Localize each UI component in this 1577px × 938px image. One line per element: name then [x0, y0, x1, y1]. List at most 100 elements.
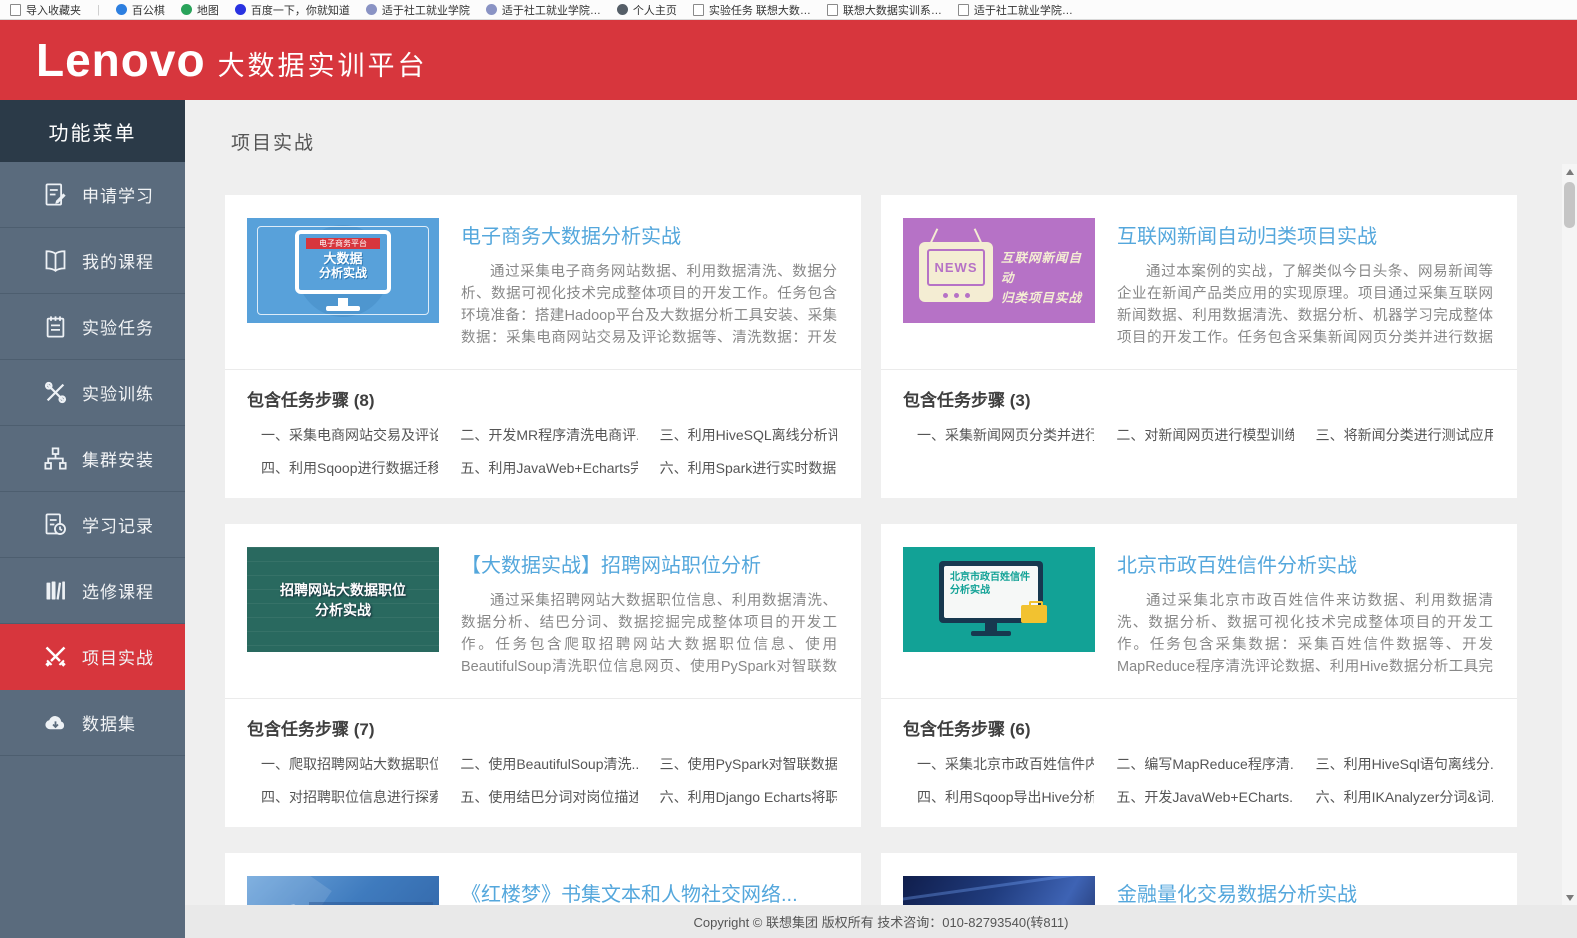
sidebar-item-study-records[interactable]: 学习记录	[0, 492, 185, 558]
task-step[interactable]: 四、利用Sqoop导出Hive分析...	[903, 787, 1094, 807]
task-step[interactable]: 四、利用Sqoop进行数据迁移...	[247, 458, 438, 478]
task-step[interactable]: 五、开发JavaWeb+ECharts...	[1102, 787, 1293, 807]
monitor-base	[326, 306, 360, 311]
page-icon	[827, 4, 838, 16]
task-step[interactable]: 二、开发MR程序清洗电商评...	[446, 425, 637, 445]
thumb-text: 北京市政百姓信件	[950, 571, 1032, 584]
task-step[interactable]: 一、采集电商网站交易及评论...	[247, 425, 438, 445]
project-thumbnail[interactable]: 招聘网站大数据职位 分析实战	[247, 547, 439, 652]
project-card-ecommerce: 电子商务平台 大数据 分析实战 电子商务大数据分析实战 通过采集电子商务网站数据…	[225, 195, 861, 498]
project-title-link[interactable]: 金融量化交易数据分析实战	[1117, 878, 1493, 905]
thumb-text: 大数据	[299, 251, 387, 266]
sidebar-item-cluster-install[interactable]: 集群安装	[0, 426, 185, 492]
task-step[interactable]: 二、使用BeautifulSoup清洗...	[446, 754, 637, 774]
task-step[interactable]: 一、采集北京市政百姓信件内...	[903, 754, 1094, 774]
screen: 导入收藏夹 | 百公棋 地图 百度一下，你就知道 适于社工就业学院 适于社工就业…	[0, 0, 1577, 938]
cluster-sitemap-icon	[42, 445, 69, 472]
footer: Copyright © 联想集团 版权所有 技术咨询：010-82793540(…	[185, 905, 1577, 938]
school-site-icon	[366, 4, 377, 15]
project-thumbnail[interactable]: 《红楼梦》书集文本和 人物社交网络分析案例	[247, 876, 439, 905]
bookmark-item[interactable]: 导入收藏夹	[10, 2, 81, 18]
task-step[interactable]: 一、采集新闻网页分类并进行...	[903, 425, 1094, 445]
monitor-stand	[338, 298, 348, 306]
sidebar-item-label: 选修课程	[82, 578, 154, 603]
thumb-text: 金融量化交易	[948, 905, 1050, 906]
bookmark-item[interactable]: 适于社工就业学院…	[486, 2, 601, 18]
task-step[interactable]: 一、爬取招聘网站大数据职位...	[247, 754, 438, 774]
bookmark-item[interactable]: 适于社工就业学院	[366, 2, 470, 18]
bookmark-item[interactable]: 适于社工就业学院…	[958, 2, 1073, 18]
task-step[interactable]: 五、使用结巴分词对岗位描述...	[446, 787, 637, 807]
bookmark-label: 适于社工就业学院…	[502, 2, 601, 18]
project-title-link[interactable]: 【大数据实战】招聘网站职位分析	[461, 549, 837, 578]
bookmark-item[interactable]: 百公棋	[116, 2, 165, 18]
sidebar-item-project-practice[interactable]: 项目实战	[0, 624, 185, 690]
task-step[interactable]: 四、对招聘职位信息进行探索...	[247, 787, 438, 807]
project-title-link[interactable]: 电子商务大数据分析实战	[461, 220, 837, 249]
sidebar-item-elective-courses[interactable]: 选修课程	[0, 558, 185, 624]
vertical-scrollbar[interactable]	[1562, 164, 1577, 905]
notepad-icon	[42, 313, 69, 340]
record-clock-icon	[42, 511, 69, 538]
scroll-down-button[interactable]	[1562, 890, 1577, 905]
crossed-swords-icon	[42, 643, 69, 670]
bookmark-label: 地图	[197, 2, 219, 18]
bookmark-item[interactable]: 联想大数据实训系…	[827, 2, 942, 18]
project-thumbnail[interactable]: 电子商务平台 大数据 分析实战	[247, 218, 439, 323]
map-icon	[181, 4, 192, 15]
task-step[interactable]: 二、编写MapReduce程序清...	[1102, 754, 1293, 774]
task-step[interactable]: 六、利用IKAnalyzer分词&词...	[1302, 787, 1493, 807]
project-card-hongloumeng: 《红楼梦》书集文本和 人物社交网络分析案例 《红楼梦》书集文本和人物社交网络..…	[225, 853, 861, 905]
bookmark-label: 适于社工就业学院	[382, 2, 470, 18]
project-title-link[interactable]: 《红楼梦》书集文本和人物社交网络...	[461, 878, 837, 905]
bookmark-item[interactable]: 地图	[181, 2, 219, 18]
task-step[interactable]: 三、利用HiveSQL离线分析评...	[646, 425, 837, 445]
task-step[interactable]: 六、利用Spark进行实时数据...	[646, 458, 837, 478]
thumb-text: 分析实战	[299, 266, 387, 280]
task-step[interactable]: 三、使用PySpark对智联数据...	[646, 754, 837, 774]
project-thumbnail[interactable]: NEWS 互联网新闻自动 归类项目实战	[903, 218, 1095, 323]
tasks-count-heading: 包含任务步骤 (7)	[247, 715, 837, 740]
app-header: Lenovo 大数据实训平台	[0, 20, 1577, 100]
bookmark-item[interactable]: 实验任务 联想大数…	[693, 2, 811, 18]
thumb-text: 互联网新闻自动	[1001, 248, 1095, 288]
bookmark-item[interactable]: 百度一下，你就知道	[235, 2, 350, 18]
lenovo-logo: Lenovo	[36, 37, 206, 83]
tv-label: NEWS	[935, 260, 978, 275]
sidebar-item-my-courses[interactable]: 我的课程	[0, 228, 185, 294]
sidebar-item-label: 数据集	[82, 710, 136, 735]
task-step[interactable]: 三、将新闻分类进行测试应用...	[1302, 425, 1493, 445]
sidebar-item-apply-study[interactable]: 申请学习	[0, 162, 185, 228]
task-step[interactable]: 五、利用JavaWeb+Echarts完...	[446, 458, 637, 478]
task-step[interactable]: 三、利用HiveSql语句离线分...	[1302, 754, 1493, 774]
sidebar-item-experiment-tasks[interactable]: 实验任务	[0, 294, 185, 360]
task-step[interactable]: 二、对新闻网页进行模型训练...	[1102, 425, 1293, 445]
project-description: 通过本案例的实战，了解类似今日头条、网易新闻等企业在新闻产品类应用的实现原理。项…	[1117, 261, 1493, 349]
sidebar-header: 功能菜单	[0, 100, 185, 162]
task-step[interactable]: 六、利用Django Echarts将职...	[646, 787, 837, 807]
scrollbar-thumb[interactable]	[1564, 182, 1575, 228]
tasks-section: 包含任务步骤 (6) 一、采集北京市政百姓信件内... 二、编写MapReduc…	[881, 698, 1517, 827]
page-icon	[958, 4, 969, 16]
sidebar-item-experiment-training[interactable]: 实验训练	[0, 360, 185, 426]
copyright-text: Copyright © 联想集团 版权所有 技术咨询：010-82793540(…	[694, 912, 1069, 931]
sidebar-item-label: 学习记录	[82, 512, 154, 537]
project-thumbnail[interactable]: 金融量化交易 数据分析实战	[903, 876, 1095, 905]
bookmark-label: 实验任务 联想大数…	[709, 2, 811, 18]
sidebar-item-dataset[interactable]: 数据集	[0, 690, 185, 756]
project-title-link[interactable]: 北京市政百姓信件分析实战	[1117, 549, 1493, 578]
project-card-beijing-letters: 北京市政百姓信件 分析实战 北京市政百姓信件分析实战 通过采集	[881, 524, 1517, 827]
tasks-count-heading: 包含任务步骤 (6)	[903, 715, 1493, 740]
baidu-icon	[235, 4, 246, 15]
scroll-up-button[interactable]	[1562, 164, 1577, 179]
project-thumbnail[interactable]: 北京市政百姓信件 分析实战	[903, 547, 1095, 652]
sidebar-item-label: 项目实战	[82, 644, 154, 669]
tools-icon	[42, 379, 69, 406]
folder-page-icon	[10, 4, 21, 16]
bookmark-label: 适于社工就业学院…	[974, 2, 1073, 18]
bookmark-item[interactable]: 个人主页	[617, 2, 677, 18]
thumb-text: 招聘网站大数据职位	[280, 580, 406, 600]
tasks-count-heading: 包含任务步骤 (8)	[247, 386, 837, 411]
bookmark-label: 百公棋	[132, 2, 165, 18]
project-title-link[interactable]: 互联网新闻自动归类项目实战	[1117, 220, 1493, 249]
